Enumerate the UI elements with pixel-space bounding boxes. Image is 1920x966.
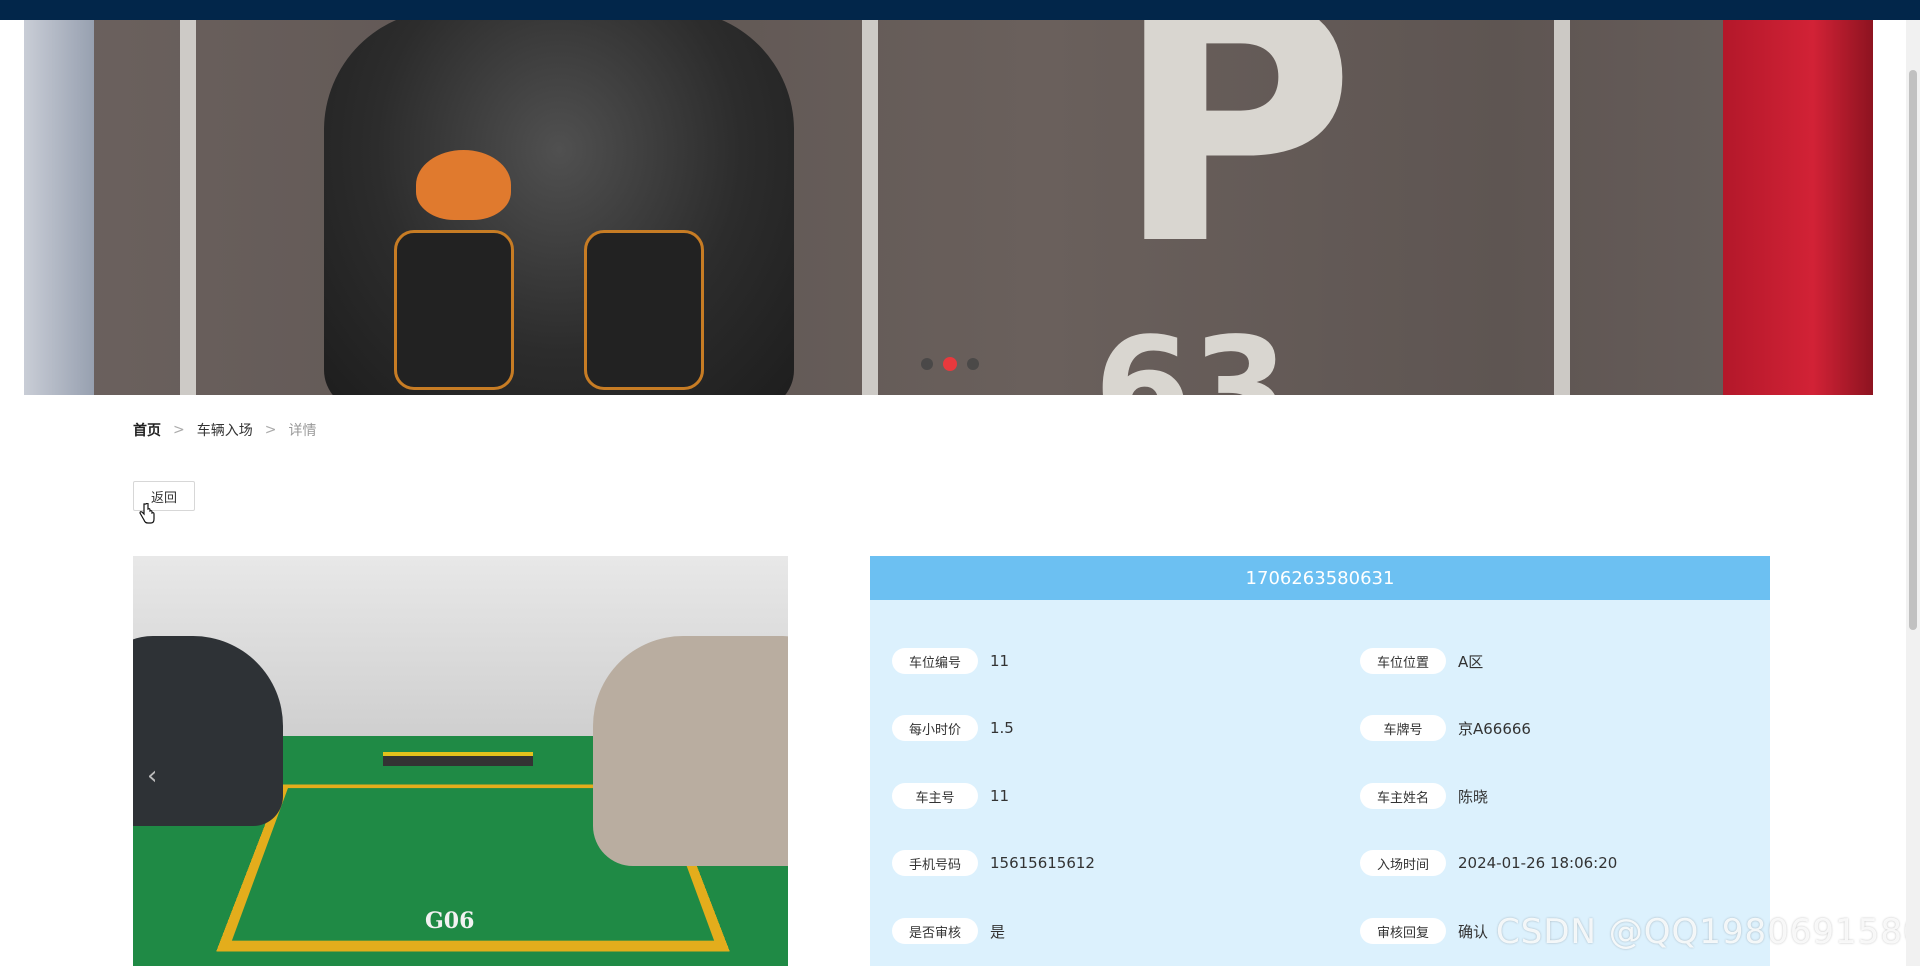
parking-number-marking: 63 [1094, 308, 1289, 396]
carousel-dot[interactable] [921, 358, 933, 370]
banner-image-car-right [1723, 20, 1873, 395]
field-value: 京A66666 [1458, 719, 1531, 738]
field-label: 车牌号 [1360, 715, 1446, 741]
field-label: 车主姓名 [1360, 783, 1446, 809]
field-label: 入场时间 [1360, 850, 1446, 876]
carousel-indicators [921, 357, 979, 371]
banner-image-car-left [24, 20, 94, 395]
field-value: 11 [990, 652, 1010, 670]
banner-image-seat-left [394, 230, 514, 390]
scrollbar-thumb[interactable] [1909, 70, 1917, 630]
photo-wheel-stopper [383, 752, 533, 766]
field-label: 手机号码 [892, 850, 978, 876]
carousel-dot-active[interactable] [943, 357, 957, 371]
hand-cursor-icon [139, 503, 155, 524]
parking-line [180, 20, 196, 395]
parking-spot-photo[interactable]: ‹ G06 [133, 556, 788, 966]
breadcrumb-separator: > [173, 422, 185, 438]
banner-image-helmet [416, 150, 511, 220]
field-row: 车牌号 京A66666 [1360, 715, 1531, 741]
breadcrumb-section[interactable]: 车辆入场 [197, 420, 253, 440]
field-value: 15615615612 [990, 854, 1095, 872]
field-row: 车位编号 11 [892, 648, 1009, 674]
field-value: 确认 [1458, 922, 1489, 941]
breadcrumb-home[interactable]: 首页 [133, 420, 161, 440]
field-row: 车主姓名 陈晓 [1360, 783, 1488, 809]
photo-car-right [593, 636, 788, 866]
banner-carousel[interactable]: P 63 [24, 20, 1873, 395]
field-row: 手机号码 15615615612 [892, 850, 1095, 876]
detail-header: 1706263580631 [870, 556, 1770, 600]
banner-image-seat-right [584, 230, 704, 390]
field-label: 车位位置 [1360, 648, 1446, 674]
breadcrumb-current: 详情 [288, 423, 317, 439]
page-scrollbar[interactable] [1906, 20, 1920, 966]
breadcrumb-separator: > [264, 422, 277, 438]
parking-p-marking: P [1114, 20, 1356, 317]
field-value: 陈晓 [1458, 787, 1489, 806]
parking-line [1554, 20, 1570, 395]
photo-slot-label: G06 [425, 908, 475, 934]
parking-line [862, 20, 878, 395]
field-row: 每小时价 1.5 [892, 715, 1014, 741]
field-value: A区 [1458, 652, 1484, 671]
field-value: 2024-01-26 18:06:20 [1458, 854, 1618, 872]
field-row: 是否审核 是 [892, 918, 1005, 944]
watermark: CSDN @QQ1980691580 [1496, 912, 1920, 952]
field-row: 审核回复 确认 [1360, 918, 1488, 944]
field-label: 每小时价 [892, 715, 978, 741]
chevron-left-icon[interactable]: ‹ [147, 761, 157, 791]
field-label: 车位编号 [892, 648, 978, 674]
field-row: 入场时间 2024-01-26 18:06:20 [1360, 850, 1617, 876]
field-value: 1.5 [990, 719, 1014, 737]
field-label: 车主号 [892, 783, 978, 809]
carousel-dot[interactable] [967, 358, 979, 370]
field-value: 11 [990, 787, 1010, 805]
field-label: 是否审核 [892, 918, 978, 944]
field-label: 审核回复 [1360, 918, 1446, 944]
field-row: 车位位置 A区 [1360, 648, 1483, 674]
field-value: 是 [990, 922, 1006, 941]
field-row: 车主号 11 [892, 783, 1009, 809]
top-nav-bar [0, 0, 1920, 20]
breadcrumb: 首页 > 车辆入场 > 详情 [133, 420, 316, 440]
